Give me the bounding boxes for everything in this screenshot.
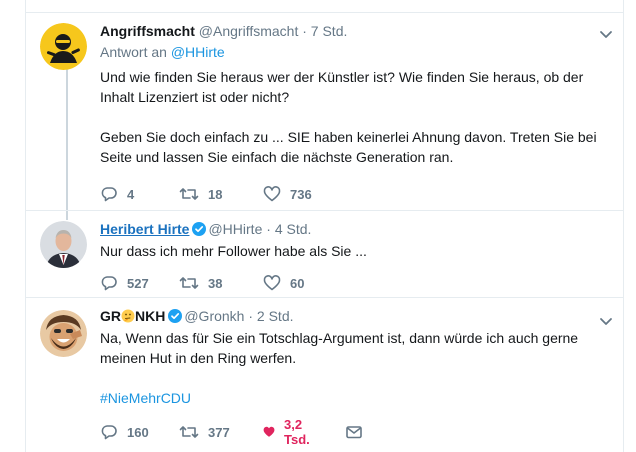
heart-icon [263, 275, 281, 291]
reply-count: 160 [127, 424, 149, 440]
separator-dot: · [266, 221, 271, 237]
timestamp[interactable]: 2 Std. [257, 308, 294, 324]
tweet-header: Angriffsmacht @Angriffsmacht · 7 Std. [100, 21, 613, 41]
user-handle[interactable]: @HHirte [208, 221, 262, 237]
like-count: 3,2 Tsd. [284, 417, 310, 447]
tweet-paragraph: Geben Sie doch einfach zu ... SIE haben … [100, 129, 597, 165]
reply-button[interactable]: 527 [100, 273, 149, 293]
like-count: 60 [290, 275, 305, 291]
like-button[interactable]: 3,2 Tsd. [263, 417, 316, 447]
verified-badge-icon [168, 309, 183, 323]
reply-count: 4 [127, 186, 135, 202]
avatar[interactable] [40, 23, 87, 70]
display-name[interactable]: Heribert Hirte [100, 221, 189, 237]
tweet-angriffsmacht[interactable]: Angriffsmacht @Angriffsmacht · 7 Std. An… [26, 13, 623, 211]
avatar[interactable] [40, 310, 87, 357]
person-photo-avatar [40, 221, 87, 268]
retweet-button[interactable]: 38 [179, 273, 222, 293]
separator-dot: · [302, 23, 307, 39]
timestamp[interactable]: 4 Std. [275, 221, 312, 237]
thread-connector-line [66, 211, 68, 220]
reply-button[interactable]: 160 [100, 422, 149, 442]
tweet-text: Und wie finden Sie heraus wer der Künstl… [100, 67, 613, 167]
reply-icon [101, 425, 117, 440]
reply-icon [101, 276, 117, 291]
thinking-face-emoji [121, 309, 135, 323]
tweet-paragraph: Na, Wenn das für Sie ein Totschlag-Argum… [100, 330, 579, 366]
like-count: 736 [290, 186, 312, 202]
reply-icon [101, 187, 117, 202]
thread-connector-line [66, 67, 68, 210]
avatar[interactable] [40, 221, 87, 268]
reply-mention-link[interactable]: @HHirte [171, 44, 225, 60]
retweet-button[interactable]: 18 [179, 184, 222, 204]
verified-badge-icon [192, 222, 207, 236]
tweet-header: GR NKH @Gronkh · 2 Std. [100, 306, 613, 326]
display-name[interactable]: GR NKH [100, 308, 165, 324]
envelope-icon [346, 426, 362, 439]
cartoon-face-avatar [40, 310, 87, 357]
like-button[interactable]: 736 [263, 184, 312, 204]
left-frame-border [0, 0, 26, 452]
reply-button[interactable]: 4 [100, 184, 134, 204]
reply-prefix: Antwort an [100, 44, 167, 60]
retweet-button[interactable]: 377 [179, 422, 230, 442]
like-button[interactable]: 60 [263, 273, 304, 293]
heart-filled-icon [263, 426, 275, 437]
tweet-paragraph: Nur dass ich mehr Follower habe als Sie … [100, 243, 367, 259]
user-handle[interactable]: @Angriffsmacht [199, 23, 299, 39]
reply-count: 527 [127, 275, 149, 291]
timestamp[interactable]: 7 Std. [311, 23, 348, 39]
retweet-count: 377 [208, 424, 230, 440]
ninja-avatar-icon [40, 23, 87, 70]
tweet-paragraph: Und wie finden Sie heraus wer der Künstl… [100, 69, 584, 105]
user-handle[interactable]: @Gronkh [184, 308, 244, 324]
direct-message-button[interactable] [345, 422, 363, 442]
reply-context: Antwort an @HHirte [100, 43, 613, 61]
right-frame-border [623, 0, 636, 452]
display-name-prefix: GR [100, 308, 121, 324]
retweet-icon [179, 188, 199, 200]
display-name-suffix: NKH [135, 308, 166, 324]
tweet-header: Heribert Hirte @HHirte · 4 Std. [100, 219, 613, 239]
tweet-text: Nur dass ich mehr Follower habe als Sie … [100, 241, 613, 261]
retweet-count: 38 [208, 275, 223, 291]
heart-icon [263, 186, 281, 202]
retweet-icon [179, 426, 199, 438]
tweet-heribert-hirte[interactable]: Heribert Hirte @HHirte · 4 Std. Nur dass … [26, 211, 623, 298]
retweet-icon [179, 277, 199, 289]
tweet-text: Na, Wenn das für Sie ein Totschlag-Argum… [100, 328, 613, 408]
hashtag-link[interactable]: #NieMehrCDU [100, 388, 613, 408]
display-name[interactable]: Angriffsmacht [100, 23, 195, 39]
retweet-count: 18 [208, 186, 223, 202]
tweet-gronkh[interactable]: GR NKH @Gronkh · 2 Std. Na, Wenn das für S… [26, 298, 623, 452]
separator-dot: · [248, 308, 254, 324]
top-frame-border [25, 0, 624, 13]
